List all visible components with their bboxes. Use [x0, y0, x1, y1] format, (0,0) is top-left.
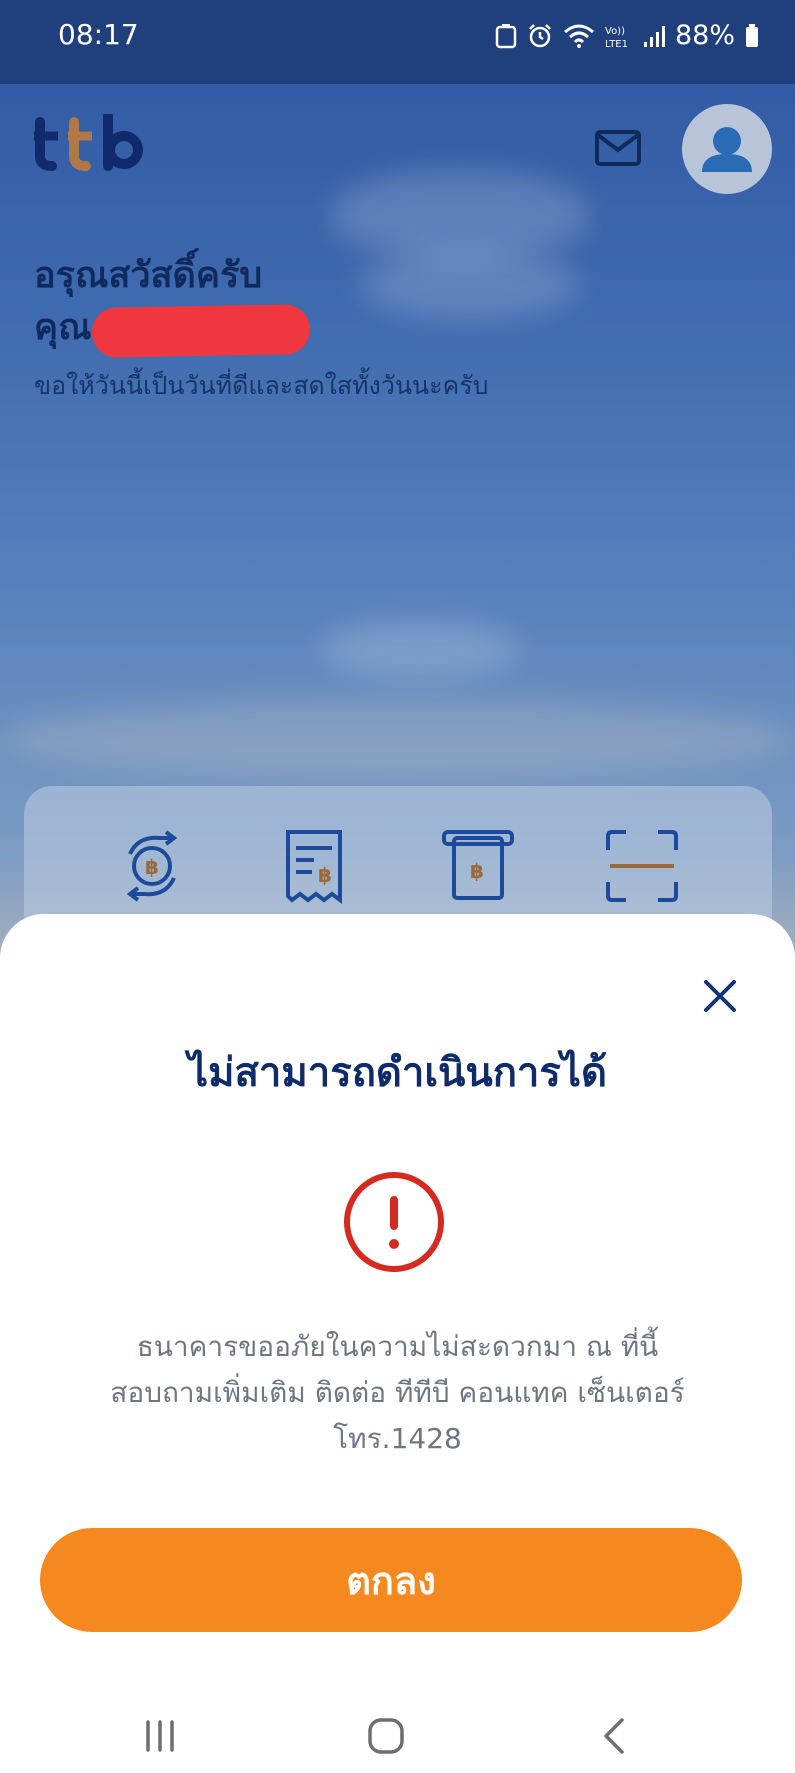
dialog-title: ไม่สามารถดำเนินการได้ — [188, 1050, 607, 1096]
dialog-message-line1: ธนาคารขออภัยในความไม่สะดวกมา ณ ที่นี้ — [136, 1330, 659, 1363]
dialog-message-line3: โทร.1428 — [333, 1422, 462, 1455]
dialog-message: ธนาคารขออภัยในความไม่สะดวกมา ณ ที่นี้ สอ… — [40, 1324, 755, 1462]
error-dialog: ไม่สามารถดำเนินการได้ ธนาคารขออภัยในความ… — [0, 914, 795, 1773]
recent-apps-icon[interactable] — [136, 1712, 184, 1760]
app-screen: 08:17 Vo)) LTE1 88% อรุณสวัสดิ์ครับ คุณ … — [0, 0, 795, 1773]
close-icon[interactable] — [696, 972, 744, 1020]
dialog-message-line2: สอบถามเพิ่มเติม ติดต่อ ทีทีบี คอนแทค เซ็… — [110, 1376, 685, 1409]
home-icon[interactable] — [362, 1712, 410, 1760]
ok-button[interactable]: ตกลง — [40, 1528, 742, 1632]
system-nav-bar — [0, 1700, 795, 1773]
back-icon[interactable] — [590, 1712, 638, 1760]
exclamation-alert-icon — [344, 1172, 444, 1272]
